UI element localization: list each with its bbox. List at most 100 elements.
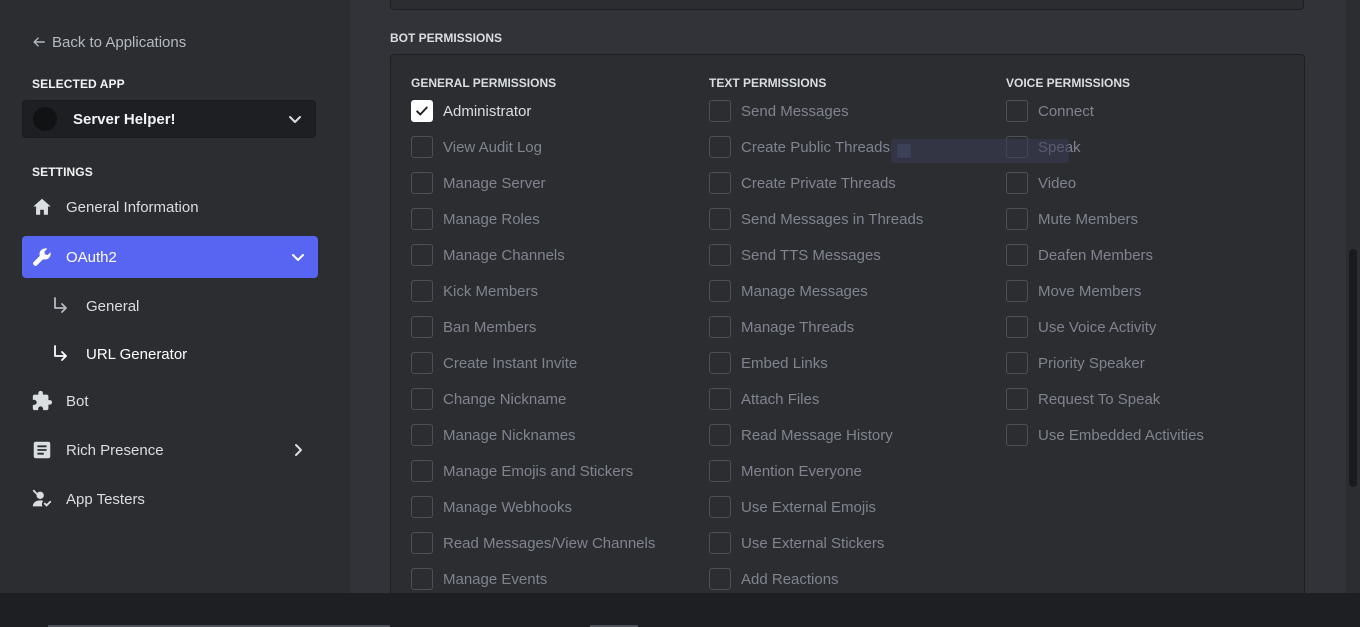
permission-row[interactable]: Read Message History [709,423,893,447]
permission-row[interactable]: Administrator [411,99,531,123]
permission-row[interactable]: Send TTS Messages [709,243,881,267]
selected-app-heading: SELECTED APP [32,77,125,91]
permission-row[interactable]: Create Instant Invite [411,351,577,375]
permission-checkbox[interactable] [1006,208,1028,230]
permission-row[interactable]: Create Public Threads [709,135,890,159]
permission-checkbox[interactable] [411,100,433,122]
permission-checkbox[interactable] [411,136,433,158]
permission-row[interactable]: Request To Speak [1006,387,1160,411]
permission-row[interactable]: Manage Webhooks [411,495,572,519]
permission-row[interactable]: Read Messages/View Channels [411,531,655,555]
permission-checkbox[interactable] [709,100,731,122]
sidebar-subitem-url-generator[interactable]: URL Generator [50,336,318,372]
bot-permissions-title: BOT PERMISSIONS [390,31,503,45]
permission-label: Administrator [443,102,532,120]
permission-row[interactable]: Connect [1006,99,1094,123]
sidebar-item-label: OAuth2 [66,248,117,266]
permission-checkbox[interactable] [1006,100,1028,122]
permission-row[interactable]: Add Reactions [709,567,839,591]
permission-row[interactable]: Manage Emojis and Stickers [411,459,633,483]
permission-checkbox[interactable] [709,568,731,590]
permission-row[interactable]: Use Voice Activity [1006,315,1156,339]
permission-row[interactable]: Manage Server [411,171,546,195]
permission-checkbox[interactable] [411,460,433,482]
selected-app-name: Server Helper! [73,110,176,128]
permission-row[interactable]: Use Embedded Activities [1006,423,1204,447]
permission-checkbox[interactable] [411,388,433,410]
permission-checkbox[interactable] [1006,388,1028,410]
permission-checkbox[interactable] [411,352,433,374]
permission-checkbox[interactable] [709,460,731,482]
permission-row[interactable]: Kick Members [411,279,538,303]
permission-label: Video [1038,174,1077,192]
permission-checkbox[interactable] [1006,424,1028,446]
permission-checkbox[interactable] [709,532,731,554]
permission-row[interactable]: Mute Members [1006,207,1138,231]
permission-checkbox[interactable] [411,496,433,518]
permission-row[interactable]: View Audit Log [411,135,542,159]
permission-checkbox[interactable] [411,244,433,266]
permission-checkbox[interactable] [709,244,731,266]
permission-row[interactable]: Send Messages in Threads [709,207,923,231]
back-link-label: Back to Applications [52,33,187,51]
permission-checkbox[interactable] [1006,316,1028,338]
permission-row[interactable]: Manage Threads [709,315,854,339]
permission-label: Embed Links [741,354,828,372]
permission-row[interactable]: Attach Files [709,387,819,411]
column-header: VOICE PERMISSIONS [1006,76,1131,90]
permission-row[interactable]: Create Private Threads [709,171,896,195]
sidebar-subitem-general[interactable]: General [50,288,318,324]
permission-row[interactable]: Priority Speaker [1006,351,1145,375]
selected-app-dropdown[interactable]: Server Helper! [22,100,316,138]
permission-checkbox[interactable] [709,388,731,410]
permission-checkbox[interactable] [709,496,731,518]
permission-row[interactable]: Move Members [1006,279,1141,303]
permission-checkbox[interactable] [1006,352,1028,374]
permission-checkbox[interactable] [411,208,433,230]
permission-checkbox[interactable] [411,424,433,446]
permission-label: Connect [1038,102,1094,120]
permission-row[interactable]: Use External Emojis [709,495,876,519]
permission-checkbox[interactable] [709,424,731,446]
sidebar-item-app-testers[interactable]: App Testers [22,478,318,520]
permission-checkbox[interactable] [411,532,433,554]
permission-row[interactable]: Manage Nicknames [411,423,576,447]
permission-row[interactable]: Send Messages [709,99,849,123]
permission-row[interactable]: Use External Stickers [709,531,884,555]
permission-row[interactable]: Mention Everyone [709,459,862,483]
permission-label: Attach Files [741,390,820,408]
permission-checkbox[interactable] [411,316,433,338]
permission-checkbox[interactable] [709,280,731,302]
permission-label: Manage Events [443,570,548,588]
permission-row[interactable]: Ban Members [411,315,536,339]
scrollbar-thumb[interactable] [1349,249,1357,487]
sidebar-item-general-information[interactable]: General Information [22,186,318,228]
permission-row[interactable]: Manage Messages [709,279,868,303]
permission-row[interactable]: Manage Channels [411,243,565,267]
permission-row[interactable]: Video [1006,171,1076,195]
permission-row[interactable]: Manage Roles [411,207,540,231]
sidebar-item-oauth2[interactable]: OAuth2 [22,236,318,278]
sidebar-item-rich-presence[interactable]: Rich Presence [22,429,318,471]
permission-row[interactable]: Change Nickname [411,387,566,411]
chevron-down-icon [289,116,301,123]
permission-checkbox[interactable] [1006,244,1028,266]
permission-row[interactable]: Deafen Members [1006,243,1153,267]
back-to-applications-link[interactable]: Back to Applications [32,32,186,52]
permission-checkbox[interactable] [709,136,731,158]
permission-checkbox[interactable] [1006,280,1028,302]
permission-label: Manage Webhooks [443,498,572,516]
permission-checkbox[interactable] [709,172,731,194]
permission-checkbox[interactable] [709,352,731,374]
permission-checkbox[interactable] [1006,172,1028,194]
permission-checkbox[interactable] [709,316,731,338]
permission-row[interactable]: Manage Events [411,567,547,591]
permission-checkbox[interactable] [709,208,731,230]
sidebar-item-bot[interactable]: Bot [22,380,318,422]
permission-checkbox[interactable] [411,568,433,590]
permission-checkbox[interactable] [411,172,433,194]
permission-label: Send TTS Messages [741,246,881,264]
scrollbar[interactable] [1346,0,1360,593]
permission-row[interactable]: Embed Links [709,351,828,375]
permission-checkbox[interactable] [411,280,433,302]
